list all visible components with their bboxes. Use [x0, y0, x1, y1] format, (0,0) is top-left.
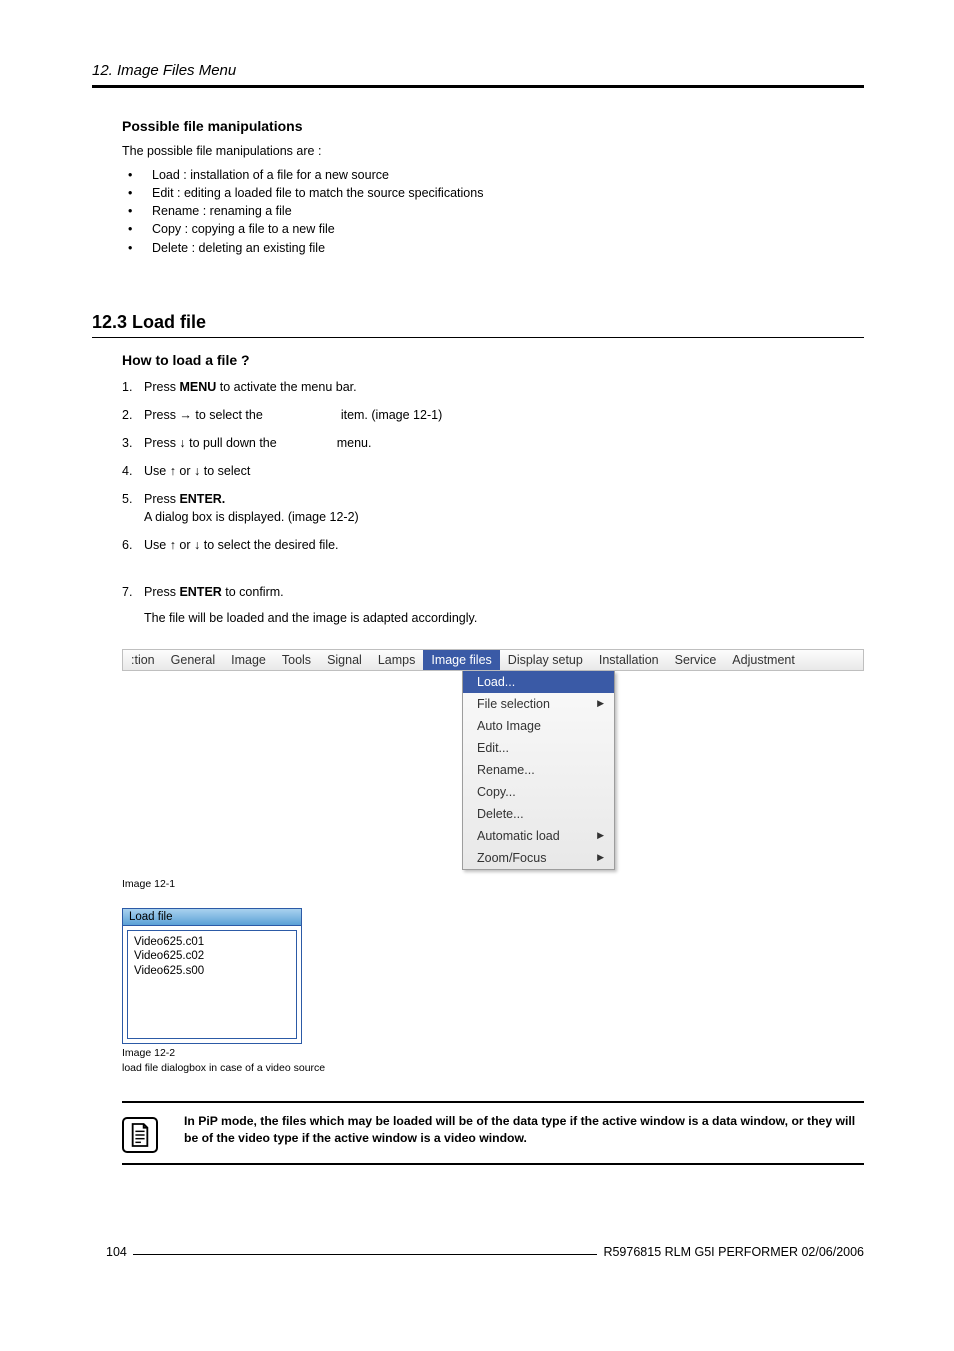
subheading-how-to-load: How to load a file ? — [122, 352, 864, 368]
step-3: Press ↓ to pull down the menu. — [122, 434, 864, 452]
menu-item-tion[interactable]: :tion — [123, 650, 163, 670]
list-item: Rename : renaming a file — [122, 202, 864, 220]
figure-menu: :tion General Image Tools Signal Lamps I… — [122, 649, 864, 870]
step-5: Press ENTER. A dialog box is displayed. … — [122, 490, 864, 526]
step-text: A dialog box is displayed. (image 12-2) — [144, 510, 359, 524]
dropdown-item-file-selection[interactable]: File selection ▶ — [463, 693, 614, 715]
file-item[interactable]: Video625.s00 — [134, 964, 290, 978]
dropdown-label: Rename... — [477, 763, 535, 777]
step-text: Press ↓ to pull down the — [144, 436, 277, 450]
submenu-arrow-icon: ▶ — [597, 698, 604, 709]
file-item[interactable]: Video625.c01 — [134, 935, 290, 949]
dropdown-item-auto-image[interactable]: Auto Image — [463, 715, 614, 737]
submenu-arrow-icon: ▶ — [597, 830, 604, 841]
list-item: Edit : editing a loaded file to match th… — [122, 184, 864, 202]
step-6: Use ↑ or ↓ to select the desired file. — [122, 536, 864, 554]
note-text: In PiP mode, the files which may be load… — [184, 1113, 864, 1146]
dropdown-label: Automatic load — [477, 829, 560, 843]
section-title-load-file: 12.3 Load file — [92, 312, 864, 338]
step-1: Press MENU to activate the menu bar. — [122, 378, 864, 396]
dropdown-label: Load... — [477, 675, 515, 689]
section-heading-manipulations: Possible file manipulations — [122, 118, 864, 134]
menu-item-tools[interactable]: Tools — [274, 650, 319, 670]
menu-item-image-files[interactable]: Image files — [423, 650, 499, 670]
step-text: Press → to select the — [144, 408, 263, 422]
dropdown-label: Edit... — [477, 741, 509, 755]
dropdown-label: File selection — [477, 697, 550, 711]
note-block: In PiP mode, the files which may be load… — [122, 1101, 864, 1165]
menu-item-display-setup[interactable]: Display setup — [500, 650, 591, 670]
page-footer: 104 R5976815 RLM G5I PERFORMER 02/06/200… — [106, 1245, 864, 1259]
dropdown-item-edit[interactable]: Edit... — [463, 737, 614, 759]
page-number: 104 — [106, 1245, 127, 1259]
step-text: item. (image 12-1) — [341, 408, 442, 422]
step-text: Press — [144, 585, 179, 599]
steps-list-2: Press ENTER to confirm. The file will be… — [122, 583, 864, 627]
list-item: Copy : copying a file to a new file — [122, 220, 864, 238]
steps-list: Press MENU to activate the menu bar. Pre… — [122, 378, 864, 555]
dropdown-item-delete[interactable]: Delete... — [463, 803, 614, 825]
step-2: Press → to select the item. (image 12-1) — [122, 406, 864, 424]
dropdown-item-copy[interactable]: Copy... — [463, 781, 614, 803]
menu-item-adjustment[interactable]: Adjustment — [724, 650, 803, 670]
manipulation-list: Load : installation of a file for a new … — [122, 166, 864, 257]
intro-line: The possible file manipulations are : — [122, 144, 864, 158]
dropdown-label: Auto Image — [477, 719, 541, 733]
step-7: Press ENTER to confirm. The file will be… — [122, 583, 864, 627]
file-list[interactable]: Video625.c01 Video625.c02 Video625.s00 — [127, 930, 297, 1039]
list-item: Load : installation of a file for a new … — [122, 166, 864, 184]
list-item: Delete : deleting an existing file — [122, 239, 864, 257]
dropdown-label: Delete... — [477, 807, 524, 821]
enter-key: ENTER — [179, 585, 221, 599]
menu-item-installation[interactable]: Installation — [591, 650, 667, 670]
figure-caption-2a: Image 12-2 — [122, 1047, 864, 1060]
note-icon — [122, 1117, 158, 1153]
dropdown-image-files: Load... File selection ▶ Auto Image Edit.… — [462, 671, 615, 870]
dropdown-item-load[interactable]: Load... — [463, 671, 614, 693]
enter-key: ENTER. — [179, 492, 225, 506]
dropdown-item-zoom-focus[interactable]: Zoom/Focus ▶ — [463, 847, 614, 869]
menu-key: MENU — [179, 380, 216, 394]
footer-rule — [133, 1254, 598, 1255]
submenu-arrow-icon: ▶ — [597, 852, 604, 863]
menu-item-general[interactable]: General — [163, 650, 223, 670]
menu-item-signal[interactable]: Signal — [319, 650, 370, 670]
menu-item-lamps[interactable]: Lamps — [370, 650, 424, 670]
step-text: to confirm. — [222, 585, 284, 599]
dropdown-label: Zoom/Focus — [477, 851, 546, 865]
step-4: Use ↑ or ↓ to select — [122, 462, 864, 480]
dropdown-label: Copy... — [477, 785, 516, 799]
chapter-header: 12. Image Files Menu — [92, 62, 864, 88]
dropdown-item-rename[interactable]: Rename... — [463, 759, 614, 781]
step-text: to activate the menu bar. — [216, 380, 356, 394]
dialog-title: Load file — [123, 909, 301, 926]
figure-caption-1: Image 12-1 — [122, 878, 864, 890]
figure-caption-2b: load file dialogbox in case of a video s… — [122, 1062, 864, 1075]
file-item[interactable]: Video625.c02 — [134, 949, 290, 963]
load-file-dialog: Load file Video625.c01 Video625.c02 Vide… — [122, 908, 302, 1044]
menubar: :tion General Image Tools Signal Lamps I… — [122, 649, 864, 671]
step-text: Press — [144, 380, 179, 394]
step-text: menu. — [337, 436, 372, 450]
dropdown-item-automatic-load[interactable]: Automatic load ▶ — [463, 825, 614, 847]
step-text: The file will be loaded and the image is… — [144, 611, 477, 625]
menu-item-service[interactable]: Service — [667, 650, 725, 670]
doc-id: R5976815 RLM G5I PERFORMER 02/06/2006 — [603, 1245, 864, 1259]
menu-item-image[interactable]: Image — [223, 650, 274, 670]
step-text: Press — [144, 492, 179, 506]
